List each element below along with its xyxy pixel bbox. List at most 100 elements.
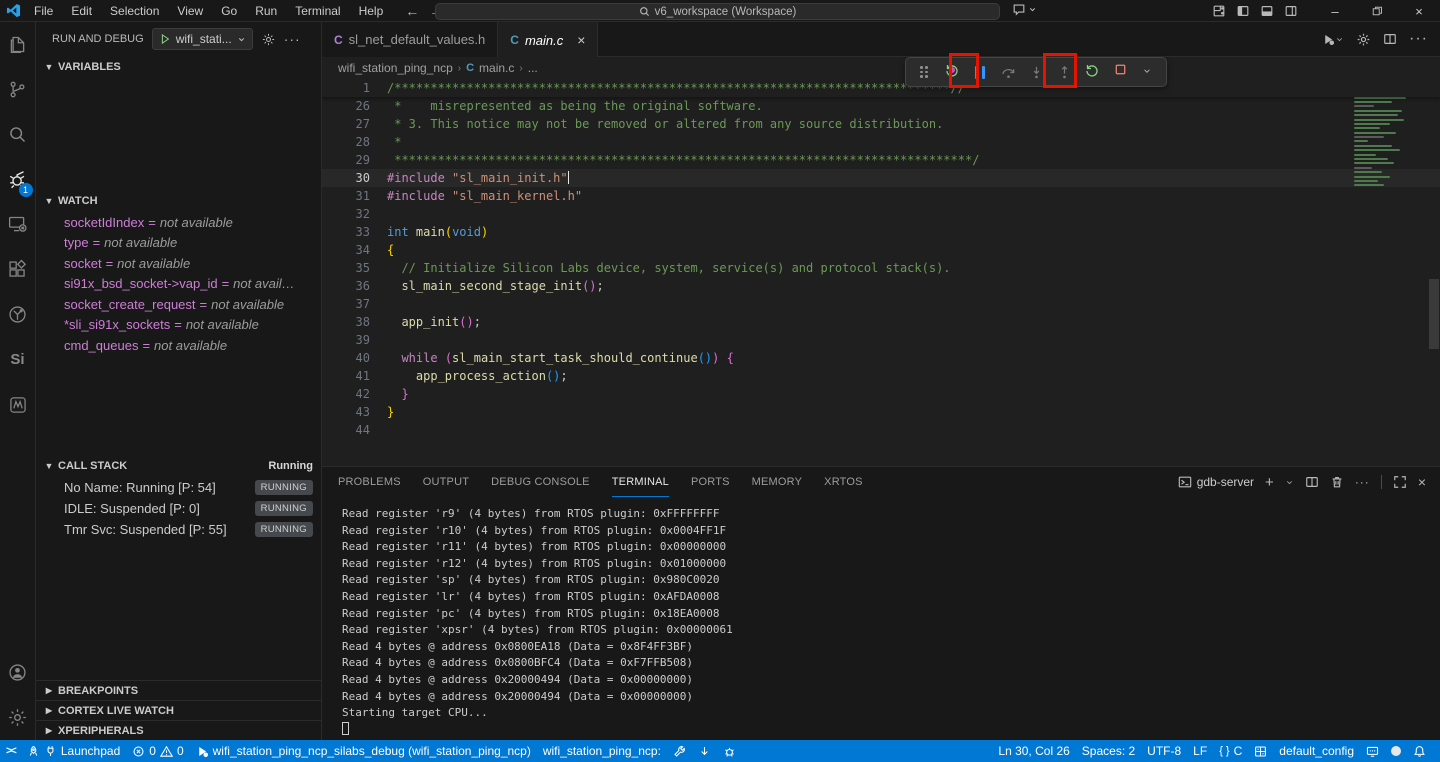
run-and-debug-icon[interactable]: 1 bbox=[0, 157, 36, 202]
panel-tab-ports[interactable]: PORTS bbox=[691, 467, 730, 497]
watch-item[interactable]: socket_create_request=not available bbox=[36, 294, 321, 315]
panel-tab-terminal[interactable]: TERMINAL bbox=[612, 467, 669, 497]
cursor-position[interactable]: Ln 30, Col 26 bbox=[992, 740, 1075, 762]
tool-circle-icon[interactable] bbox=[0, 292, 36, 337]
step-into-button[interactable] bbox=[1024, 60, 1048, 84]
stop-dropdown-chevron[interactable] bbox=[1136, 60, 1160, 84]
panel-more-actions-icon[interactable]: ··· bbox=[1355, 475, 1370, 489]
terminal-dropdown-chevron[interactable] bbox=[1285, 478, 1294, 487]
watch-item[interactable]: cmd_queues=not available bbox=[36, 335, 321, 356]
start-debug-icon[interactable] bbox=[159, 33, 171, 45]
run-or-debug-icon[interactable] bbox=[1322, 33, 1344, 46]
account-icon[interactable] bbox=[0, 650, 36, 695]
breadcrumb[interactable]: wifi_station_ping_ncp›Cmain.c›... bbox=[322, 57, 1440, 79]
section-cortex-live-watch[interactable]: ▶CORTEX LIVE WATCH bbox=[36, 700, 321, 720]
adapter-grid-button[interactable] bbox=[1248, 740, 1273, 762]
mcu-box-icon[interactable] bbox=[0, 382, 36, 427]
search-sidebar-icon[interactable] bbox=[0, 112, 36, 157]
panel-tab-problems[interactable]: PROBLEMS bbox=[338, 467, 401, 497]
close-window-button[interactable]: × bbox=[1398, 0, 1440, 22]
status-dot[interactable] bbox=[1385, 740, 1407, 762]
build-button[interactable] bbox=[667, 740, 692, 762]
section-xperipherals[interactable]: ▶XPERIPHERALS bbox=[36, 720, 321, 740]
restore-button[interactable] bbox=[1356, 0, 1398, 22]
close-tab-icon[interactable]: × bbox=[577, 32, 585, 48]
menu-file[interactable]: File bbox=[26, 2, 61, 20]
pause-button[interactable] bbox=[968, 60, 992, 84]
menu-go[interactable]: Go bbox=[213, 2, 245, 20]
split-editor-icon[interactable] bbox=[1383, 32, 1397, 46]
kill-terminal-icon[interactable] bbox=[1330, 475, 1344, 489]
customize-layout-icon[interactable] bbox=[1212, 4, 1226, 18]
terminal-output[interactable]: Read register 'r9' (4 bytes) from RTOS p… bbox=[322, 497, 1440, 738]
explorer-icon[interactable] bbox=[0, 22, 36, 67]
step-over-button[interactable] bbox=[996, 60, 1020, 84]
stop-button[interactable] bbox=[1108, 60, 1132, 84]
menu-help[interactable]: Help bbox=[351, 2, 392, 20]
toggle-primary-sidebar-icon[interactable] bbox=[1236, 4, 1250, 18]
watch-item[interactable]: type=not available bbox=[36, 233, 321, 254]
encoding[interactable]: UTF-8 bbox=[1141, 740, 1187, 762]
restart-button[interactable] bbox=[1080, 60, 1104, 84]
settings-gear-icon[interactable] bbox=[0, 695, 36, 740]
serial-monitor-button[interactable] bbox=[1360, 740, 1385, 762]
problems-button[interactable]: 00 bbox=[126, 740, 189, 762]
reset-device-button[interactable] bbox=[940, 60, 964, 84]
flash-button[interactable] bbox=[692, 740, 717, 762]
panel-tab-memory[interactable]: MEMORY bbox=[752, 467, 803, 497]
editor-scrollbar[interactable] bbox=[1429, 279, 1439, 349]
menu-edit[interactable]: Edit bbox=[63, 2, 100, 20]
callstack-thread[interactable]: Tmr Svc: Suspended [P: 55]RUNNING bbox=[36, 519, 321, 540]
project-label[interactable]: wifi_station_ping_ncp: bbox=[537, 740, 667, 762]
breadcrumb-item[interactable]: main.c bbox=[479, 61, 514, 75]
language-mode[interactable]: { }C bbox=[1213, 740, 1248, 762]
terminal-instance-label[interactable]: gdb-server bbox=[1178, 475, 1254, 489]
split-terminal-icon[interactable] bbox=[1305, 475, 1319, 489]
panel-tab-debug-console[interactable]: DEBUG CONSOLE bbox=[491, 467, 590, 497]
new-terminal-button[interactable]: + bbox=[1265, 474, 1274, 491]
watch-item[interactable]: si91x_bsd_socket->vap_id=not avail… bbox=[36, 274, 321, 295]
source-control-icon[interactable] bbox=[0, 67, 36, 112]
indentation[interactable]: Spaces: 2 bbox=[1076, 740, 1141, 762]
chat-button[interactable] bbox=[1012, 2, 1037, 16]
callstack-section-header[interactable]: ▼CALL STACK Running bbox=[36, 455, 321, 477]
variables-section-header[interactable]: ▼VARIABLES bbox=[36, 56, 321, 78]
extensions-icon[interactable] bbox=[0, 247, 36, 292]
breadcrumb-item[interactable]: wifi_station_ping_ncp bbox=[338, 61, 453, 75]
menu-terminal[interactable]: Terminal bbox=[287, 2, 348, 20]
launch-config-select[interactable]: wifi_stati... bbox=[152, 28, 253, 50]
more-actions-icon[interactable]: ··· bbox=[284, 31, 301, 47]
launchpad-button[interactable]: Launchpad bbox=[21, 740, 126, 762]
menu-selection[interactable]: Selection bbox=[102, 2, 167, 20]
remote-indicator[interactable]: >< bbox=[0, 740, 21, 762]
editor-tab[interactable]: Csl_net_default_values.h bbox=[322, 22, 498, 57]
toggle-panel-icon[interactable] bbox=[1260, 4, 1274, 18]
editor-tab[interactable]: Cmain.c× bbox=[498, 22, 598, 57]
silabs-icon[interactable]: Si bbox=[0, 337, 36, 382]
workspace-search-box[interactable]: v6_workspace (Workspace) bbox=[435, 3, 1000, 20]
panel-tab-xrtos[interactable]: XRTOS bbox=[824, 467, 863, 497]
debug-config-button[interactable]: wifi_station_ping_ncp_silabs_debug (wifi… bbox=[190, 740, 537, 762]
panel-tab-output[interactable]: OUTPUT bbox=[423, 467, 469, 497]
remote-explorer-icon[interactable] bbox=[0, 202, 36, 247]
step-out-button[interactable] bbox=[1052, 60, 1076, 84]
toggle-secondary-sidebar-icon[interactable] bbox=[1284, 4, 1298, 18]
breadcrumb-item[interactable]: ... bbox=[528, 61, 538, 75]
watch-section-header[interactable]: ▼WATCH bbox=[36, 190, 321, 212]
minimap[interactable] bbox=[1352, 81, 1410, 201]
menu-view[interactable]: View bbox=[169, 2, 211, 20]
callstack-thread[interactable]: No Name: Running [P: 54]RUNNING bbox=[36, 477, 321, 498]
callstack-thread[interactable]: IDLE: Suspended [P: 0]RUNNING bbox=[36, 498, 321, 519]
debug-settings-gear-icon[interactable] bbox=[261, 32, 276, 47]
debug-gear-button[interactable] bbox=[717, 740, 742, 762]
watch-item[interactable]: socketIdIndex=not available bbox=[36, 212, 321, 233]
close-panel-icon[interactable]: × bbox=[1418, 474, 1426, 490]
maximize-panel-icon[interactable] bbox=[1393, 475, 1407, 489]
watch-item[interactable]: *sli_si91x_sockets=not available bbox=[36, 315, 321, 336]
minimize-button[interactable]: – bbox=[1314, 0, 1356, 22]
nav-back-icon[interactable]: ← bbox=[405, 3, 419, 19]
editor-settings-gear-icon[interactable] bbox=[1356, 32, 1371, 47]
config-name[interactable]: default_config bbox=[1273, 740, 1360, 762]
menu-run[interactable]: Run bbox=[247, 2, 285, 20]
editor-more-actions-icon[interactable]: ··· bbox=[1409, 30, 1428, 48]
